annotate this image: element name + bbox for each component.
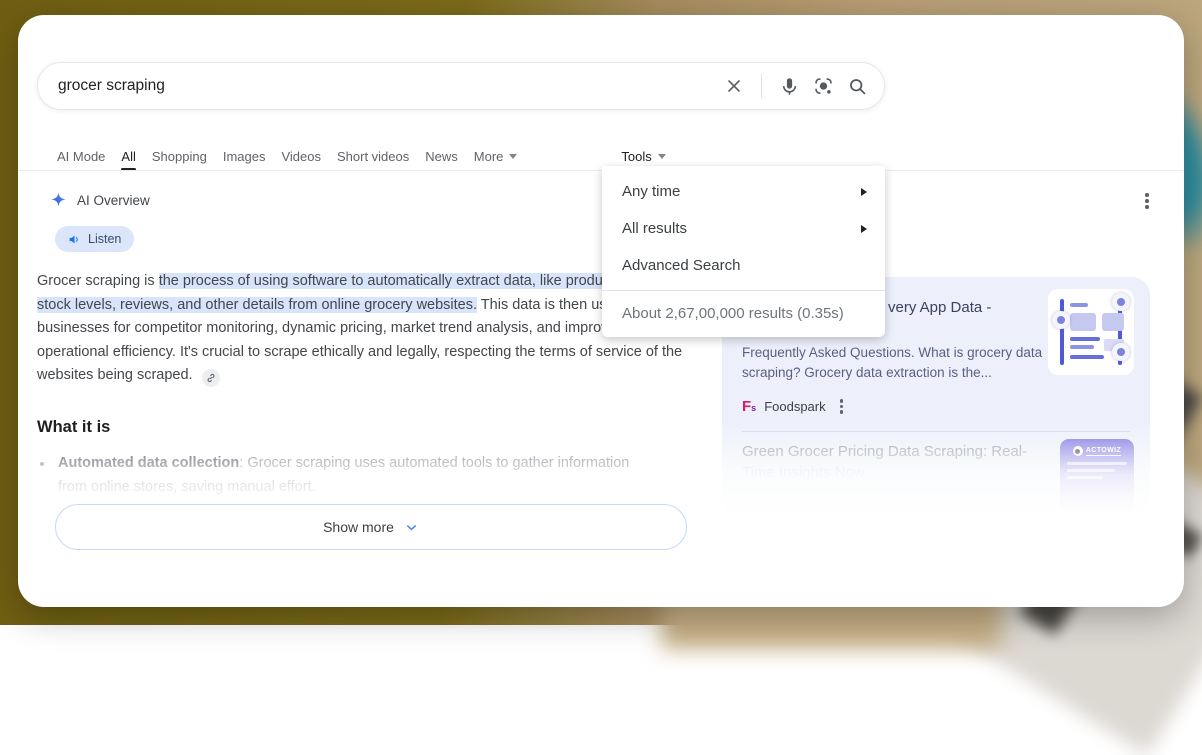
searchbar-divider — [761, 74, 762, 98]
result-2-title-line2: Time Insights Now — [742, 464, 1062, 481]
search-icon[interactable] — [847, 76, 868, 97]
source-link-icon[interactable] — [202, 369, 220, 387]
show-more-label: Show more — [323, 519, 394, 535]
search-input[interactable] — [58, 77, 724, 95]
ai-overview-header: AI Overview — [49, 191, 150, 210]
chevron-down-icon — [509, 154, 517, 159]
chevron-down-icon — [658, 154, 666, 159]
panel-divider — [742, 431, 1130, 432]
tab-more-label: More — [474, 149, 504, 164]
actowiz-logo: ACTOWIZ — [1060, 446, 1134, 456]
thumbnail-text-lines — [1060, 462, 1134, 479]
results-count: About 2,67,00,000 results (0.35s) — [602, 291, 885, 337]
tools-dropdown-menu: Any time All results Advanced Search Abo… — [602, 166, 885, 337]
listen-label: Listen — [88, 232, 121, 246]
chevron-down-icon — [404, 520, 419, 535]
menu-item-advanced-search[interactable]: Advanced Search — [602, 247, 885, 284]
tabs-divider — [18, 170, 1184, 171]
overflow-menu-icon[interactable] — [1140, 193, 1154, 211]
tab-images[interactable]: Images — [223, 142, 266, 170]
tab-short-videos[interactable]: Short videos — [337, 142, 409, 170]
actowiz-brand-name: ACTOWIZ — [1086, 447, 1121, 456]
foodspark-logo-icon: Fs — [742, 399, 756, 414]
speaker-icon — [68, 233, 81, 246]
ai-sparkle-icon — [49, 191, 68, 210]
menu-item-any-time[interactable]: Any time — [602, 173, 885, 210]
menu-item-label: Any time — [622, 183, 861, 200]
result-1-title[interactable]: very App Data - — [888, 299, 991, 316]
submenu-arrow-icon — [861, 188, 867, 196]
result-1-source: Fs Foodspark — [742, 399, 843, 414]
menu-item-label: Advanced Search — [622, 257, 867, 274]
bullet-dot — [40, 462, 44, 466]
result-2-thumbnail[interactable]: ACTOWIZ — [1060, 439, 1134, 511]
result-2-title-line1[interactable]: Green Grocer Pricing Data Scraping: Real… — [742, 443, 1062, 460]
tab-news[interactable]: News — [425, 142, 458, 170]
tab-ai-mode[interactable]: AI Mode — [57, 142, 105, 170]
ai-overview-title: AI Overview — [77, 193, 150, 208]
clear-icon[interactable] — [724, 76, 744, 96]
google-lens-icon[interactable] — [813, 76, 834, 97]
search-bar[interactable] — [37, 62, 885, 110]
result-1-overflow-icon[interactable] — [840, 399, 844, 414]
menu-item-label: All results — [622, 220, 861, 237]
result-1-snippet: Frequently Asked Questions. What is groc… — [742, 343, 1050, 383]
show-more-button[interactable]: Show more — [55, 504, 687, 550]
listen-button[interactable]: Listen — [55, 226, 134, 252]
result-tabs: AI Mode All Shopping Images Videos Short… — [57, 142, 666, 170]
result-1-source-name: Foodspark — [764, 399, 825, 414]
tab-shopping[interactable]: Shopping — [152, 142, 207, 170]
section-heading: What it is — [37, 418, 110, 437]
search-results-page: AI Mode All Shopping Images Videos Short… — [18, 15, 1184, 607]
menu-item-all-results[interactable]: All results — [602, 210, 885, 247]
ai-overview-paragraph: Grocer scraping is the process of using … — [37, 270, 689, 388]
bullet-text: Automated data collection: Grocer scrapi… — [58, 452, 660, 499]
tab-more[interactable]: More — [474, 142, 518, 170]
tab-all[interactable]: All — [121, 142, 135, 170]
tab-videos[interactable]: Videos — [281, 142, 321, 170]
paragraph-lead: Grocer scraping is — [37, 273, 159, 289]
bullet-item: Automated data collection: Grocer scrapi… — [40, 452, 660, 499]
bullet-term: Automated data collection — [58, 455, 239, 471]
actowiz-logo-icon — [1073, 446, 1083, 456]
tab-tools-label: Tools — [621, 149, 651, 164]
result-1-thumbnail[interactable] — [1048, 289, 1134, 375]
microphone-icon[interactable] — [779, 76, 800, 97]
submenu-arrow-icon — [861, 225, 867, 233]
